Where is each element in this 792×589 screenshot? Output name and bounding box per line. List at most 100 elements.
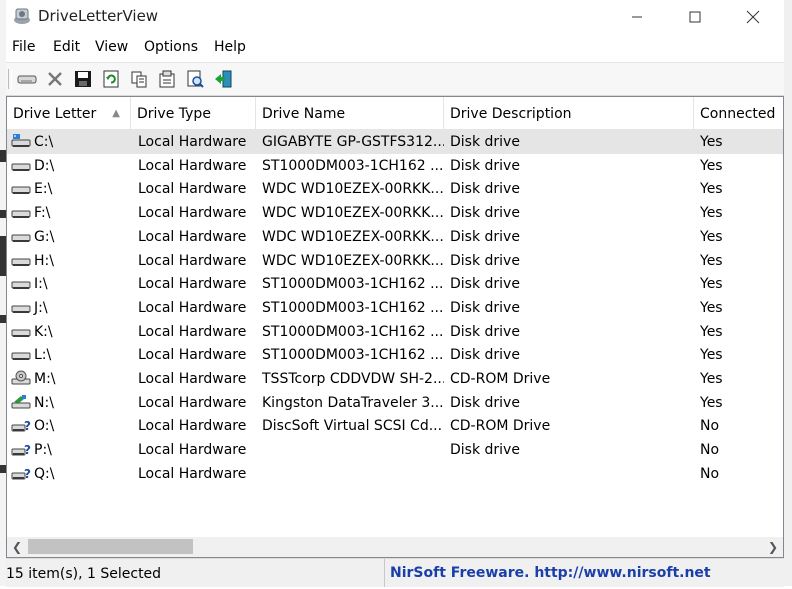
drive-name-cell-text: ST1000DM003-1CH162 ... xyxy=(262,323,444,340)
maximize-button[interactable] xyxy=(672,0,718,34)
unknown-drive-icon: ? xyxy=(11,441,31,457)
column-header-drive-type[interactable]: Drive Type xyxy=(131,97,256,129)
hard-drive-icon xyxy=(11,346,31,362)
drive-name-cell: ST1000DM003-1CH162 ... xyxy=(262,296,444,320)
drive-name-cell-text: DiscSoft Virtual SCSI Cd... xyxy=(262,418,443,435)
drive-name-cell-text: ST1000DM003-1CH162 ... xyxy=(262,276,444,293)
drive-name-cell-text: ST1000DM003-1CH162 ... xyxy=(262,299,444,316)
drive-name-cell: ST1000DM003-1CH162 ... xyxy=(262,320,444,344)
drive-list[interactable]: Drive Letter ▲ Drive Type Drive Name Dri… xyxy=(6,96,784,558)
svg-text:?: ? xyxy=(24,467,31,481)
drive-name-cell: ST1000DM003-1CH162 ... xyxy=(262,154,444,178)
drive-type-cell-text: Local Hardware xyxy=(138,299,247,316)
drive-type-cell-text: Local Hardware xyxy=(138,276,247,293)
usb-drive-icon xyxy=(11,394,31,410)
horizontal-scrollbar[interactable]: ❮ ❯ xyxy=(7,537,783,557)
column-header-drive-letter[interactable]: Drive Letter ▲ xyxy=(7,97,131,129)
table-row[interactable]: G:\ Local Hardware WDC WD10EZEX-00RKK... Di… xyxy=(7,225,783,249)
table-row[interactable]: H:\ Local Hardware WDC WD10EZEX-00RKK... Di… xyxy=(7,249,783,273)
hard-drive-icon xyxy=(11,299,31,315)
title-bar: DriveLetterView xyxy=(6,0,784,34)
table-row[interactable]: ? O:\ Local Hardware DiscSoft Virtual SCSI … xyxy=(7,414,783,438)
find-icon[interactable] xyxy=(184,68,206,90)
drive-description-cell-text: CD-ROM Drive xyxy=(450,418,551,435)
drive-letter-cell-text: F:\ xyxy=(34,205,51,222)
drive-description-cell: Disk drive xyxy=(450,201,693,225)
drive-description-cell: Disk drive xyxy=(450,249,693,273)
drive-type-cell-text: Local Hardware xyxy=(138,157,247,174)
drive-name-cell-text: WDC WD10EZEX-00RKK... xyxy=(262,228,444,245)
drive-description-cell: Disk drive xyxy=(450,154,693,178)
copy-icon[interactable] xyxy=(128,68,150,90)
properties-icon[interactable] xyxy=(156,68,178,90)
menu-view[interactable]: View xyxy=(95,39,128,55)
table-row[interactable]: K:\ Local Hardware ST1000DM003-1CH162 ... D… xyxy=(7,320,783,344)
table-row[interactable]: C:\ Local Hardware GIGABYTE GP-GSTFS312...… xyxy=(7,130,783,154)
connected-cell-text: Yes xyxy=(700,299,723,316)
connected-cell-text: Yes xyxy=(700,181,723,198)
connected-cell-text: Yes xyxy=(700,252,723,269)
drive-letter-cell: L:\ xyxy=(11,343,131,367)
hard-drive-icon xyxy=(11,204,31,220)
column-header-drive-name[interactable]: Drive Name xyxy=(256,97,444,129)
scroll-right-icon[interactable]: ❯ xyxy=(763,537,783,557)
menu-edit[interactable]: Edit xyxy=(53,39,80,55)
menu-options[interactable]: Options xyxy=(144,39,198,55)
drive-type-cell: Local Hardware xyxy=(137,391,256,415)
save-icon[interactable] xyxy=(72,68,94,90)
app-icon xyxy=(12,6,32,26)
scrollbar-thumb[interactable] xyxy=(28,539,193,554)
menu-file[interactable]: File xyxy=(12,39,35,55)
drive-type-cell-text: Local Hardware xyxy=(138,181,247,198)
connected-cell-text: Yes xyxy=(700,157,723,174)
drive-type-cell: Local Hardware xyxy=(137,272,256,296)
table-row[interactable]: F:\ Local Hardware WDC WD10EZEX-00RKK... Di… xyxy=(7,201,783,225)
column-header-connected[interactable]: Connected xyxy=(694,97,783,129)
table-row[interactable]: I:\ Local Hardware ST1000DM003-1CH162 ... D… xyxy=(7,272,783,296)
drive-letter-cell-text: L:\ xyxy=(34,347,52,364)
drive-letter-cell-text: C:\ xyxy=(34,134,54,150)
nirsoft-link[interactable]: NirSoft Freeware. http://www.nirsoft.net xyxy=(390,559,711,587)
table-row[interactable]: J:\ Local Hardware ST1000DM003-1CH162 ... D… xyxy=(7,296,783,320)
column-header-drive-description[interactable]: Drive Description xyxy=(444,97,694,129)
drive-icon[interactable] xyxy=(16,68,38,90)
delete-icon[interactable] xyxy=(44,68,66,90)
table-row[interactable]: N:\ Local Hardware Kingston DataTraveler 3… xyxy=(7,391,783,415)
drive-type-cell: Local Hardware xyxy=(137,154,256,178)
drive-description-cell-text: Disk drive xyxy=(450,276,520,293)
minimize-button[interactable] xyxy=(614,0,660,34)
menu-help[interactable]: Help xyxy=(214,39,246,55)
scroll-left-icon[interactable]: ❮ xyxy=(7,537,27,557)
exit-icon[interactable] xyxy=(212,68,234,90)
unknown-drive-icon: ? xyxy=(11,465,31,481)
refresh-icon[interactable] xyxy=(100,68,122,90)
table-row[interactable]: ? P:\ Local Hardware Disk drive No xyxy=(7,438,783,462)
table-row[interactable]: L:\ Local Hardware ST1000DM003-1CH162 ... D… xyxy=(7,343,783,367)
connected-cell-text: No xyxy=(700,465,720,482)
connected-cell: Yes xyxy=(700,296,780,320)
drive-type-cell: Local Hardware xyxy=(137,249,256,273)
background-strip-right xyxy=(784,0,792,586)
table-row[interactable]: ? Q:\ Local Hardware No xyxy=(7,462,783,486)
drive-name-cell: DiscSoft Virtual SCSI Cd... xyxy=(262,414,444,438)
drive-name-cell: ST1000DM003-1CH162 ... xyxy=(262,272,444,296)
table-row[interactable]: E:\ Local Hardware WDC WD10EZEX-00RKK... Di… xyxy=(7,177,783,201)
drive-letter-cell-text: G:\ xyxy=(34,228,55,245)
drive-letter-cell: N:\ xyxy=(11,391,131,415)
drive-name-cell xyxy=(262,462,444,486)
drive-type-cell-text: Local Hardware xyxy=(138,347,247,364)
table-row[interactable]: D:\ Local Hardware ST1000DM003-1CH162 ... D… xyxy=(7,154,783,178)
close-button[interactable] xyxy=(730,0,776,34)
table-row[interactable]: M:\ Local Hardware TSSTcorp CDDVDW SH-2...… xyxy=(7,367,783,391)
drive-name-cell xyxy=(262,438,444,462)
list-header: Drive Letter ▲ Drive Type Drive Name Dri… xyxy=(7,97,783,130)
unknown-drive-icon: ? xyxy=(11,417,31,433)
drive-description-cell-text: CD-ROM Drive xyxy=(450,371,551,387)
drive-description-cell: CD-ROM Drive xyxy=(450,414,693,438)
drive-description-cell xyxy=(450,462,693,486)
drive-description-cell: Disk drive xyxy=(450,130,693,154)
drive-type-cell: Local Hardware xyxy=(137,296,256,320)
drive-name-cell: ST1000DM003-1CH162 ... xyxy=(262,343,444,367)
connected-cell: Yes xyxy=(700,225,780,249)
drive-type-cell-text: Local Hardware xyxy=(138,205,247,222)
